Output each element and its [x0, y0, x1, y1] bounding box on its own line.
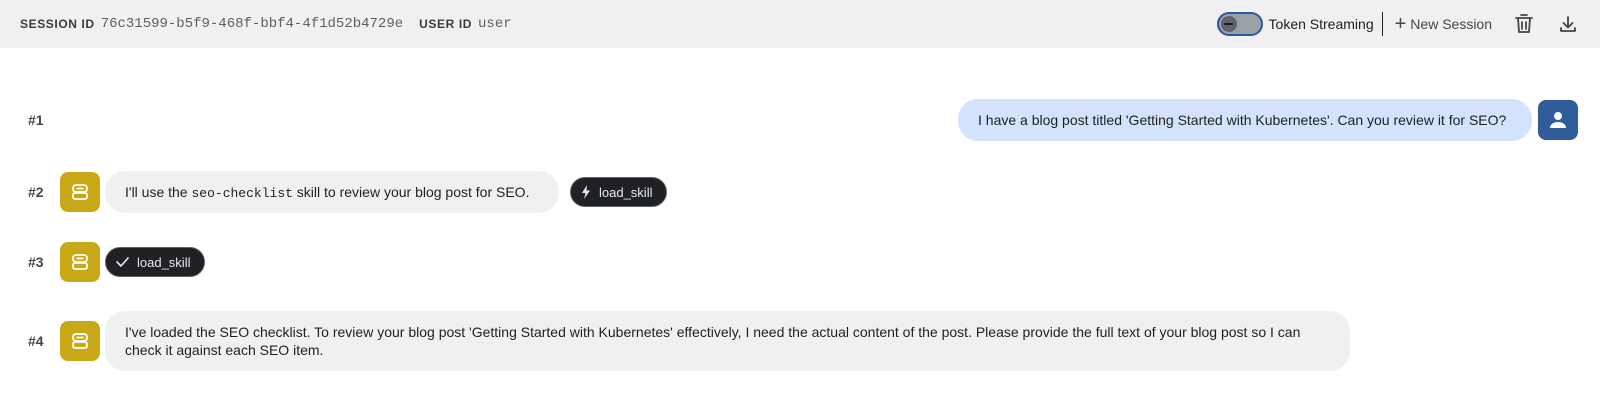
message-text-before: I'll use the	[125, 183, 192, 200]
user-id-label: USER ID	[419, 17, 473, 31]
message-row-1: #1 I have a blog post titled 'Getting St…	[0, 98, 1600, 142]
download-icon	[1560, 16, 1576, 32]
agent-message-bubble: I'll use the seo-checklist skill to revi…	[105, 171, 559, 213]
agent-message-bubble: I've loaded the SEO checklist. To review…	[105, 311, 1350, 371]
robot-icon	[72, 184, 88, 200]
bolt-icon	[582, 185, 590, 199]
robot-icon	[72, 333, 88, 349]
new-session-button[interactable]: + New Session	[1395, 14, 1492, 34]
user-message-text: I have a blog post titled 'Getting Start…	[978, 112, 1507, 128]
session-header: SESSION ID 76c31599-b5f9-468f-bbf4-4f1d5…	[0, 0, 1600, 48]
check-icon	[116, 257, 129, 267]
turn-number: #3	[28, 254, 44, 270]
download-button[interactable]	[1556, 12, 1580, 36]
person-icon	[1550, 112, 1566, 128]
user-message-bubble: I have a blog post titled 'Getting Start…	[958, 99, 1532, 141]
agent-message-text: I've loaded the SEO checklist. To review…	[125, 324, 1301, 358]
token-streaming-label: Token Streaming	[1268, 16, 1374, 32]
turn-number: #1	[28, 112, 44, 128]
header-divider	[1381, 12, 1383, 36]
tool-call-chip[interactable]: load_skill	[570, 177, 668, 207]
agent-avatar	[60, 242, 100, 282]
plus-icon: +	[1394, 13, 1407, 35]
skill-code: seo-checklist	[191, 185, 293, 201]
message-row-4: #4 I've loaded the SEO checklist. To rev…	[0, 310, 1600, 372]
tool-result-label: load_skill	[137, 254, 191, 270]
token-streaming-toggle[interactable]	[1216, 12, 1263, 36]
agent-message-text: I'll use the seo-checklist skill to revi…	[125, 184, 529, 201]
robot-icon	[72, 254, 88, 270]
toggle-knob	[1220, 16, 1237, 32]
user-id-value: user	[478, 16, 512, 32]
turn-number: #2	[28, 184, 44, 200]
session-id-value: 76c31599-b5f9-468f-bbf4-4f1d52b4729e	[100, 16, 404, 32]
message-text-after: skill to review your blog post for SEO.	[292, 183, 530, 200]
new-session-label: New Session	[1410, 16, 1492, 32]
message-row-3: #3 load_skill	[0, 242, 1600, 282]
session-id-label: SESSION ID	[20, 17, 95, 31]
delete-session-button[interactable]	[1512, 12, 1536, 36]
agent-avatar	[60, 321, 100, 361]
trash-icon	[1515, 14, 1533, 33]
tool-call-label: load_skill	[599, 184, 653, 200]
tool-result-chip[interactable]: load_skill	[105, 247, 206, 277]
message-row-2: #2 I'll use the seo-checklist skill to r…	[0, 171, 1600, 213]
agent-avatar	[60, 172, 100, 212]
turn-number: #4	[28, 333, 44, 349]
header-actions: Token Streaming + New Session	[1216, 0, 1580, 48]
user-avatar	[1538, 100, 1578, 140]
